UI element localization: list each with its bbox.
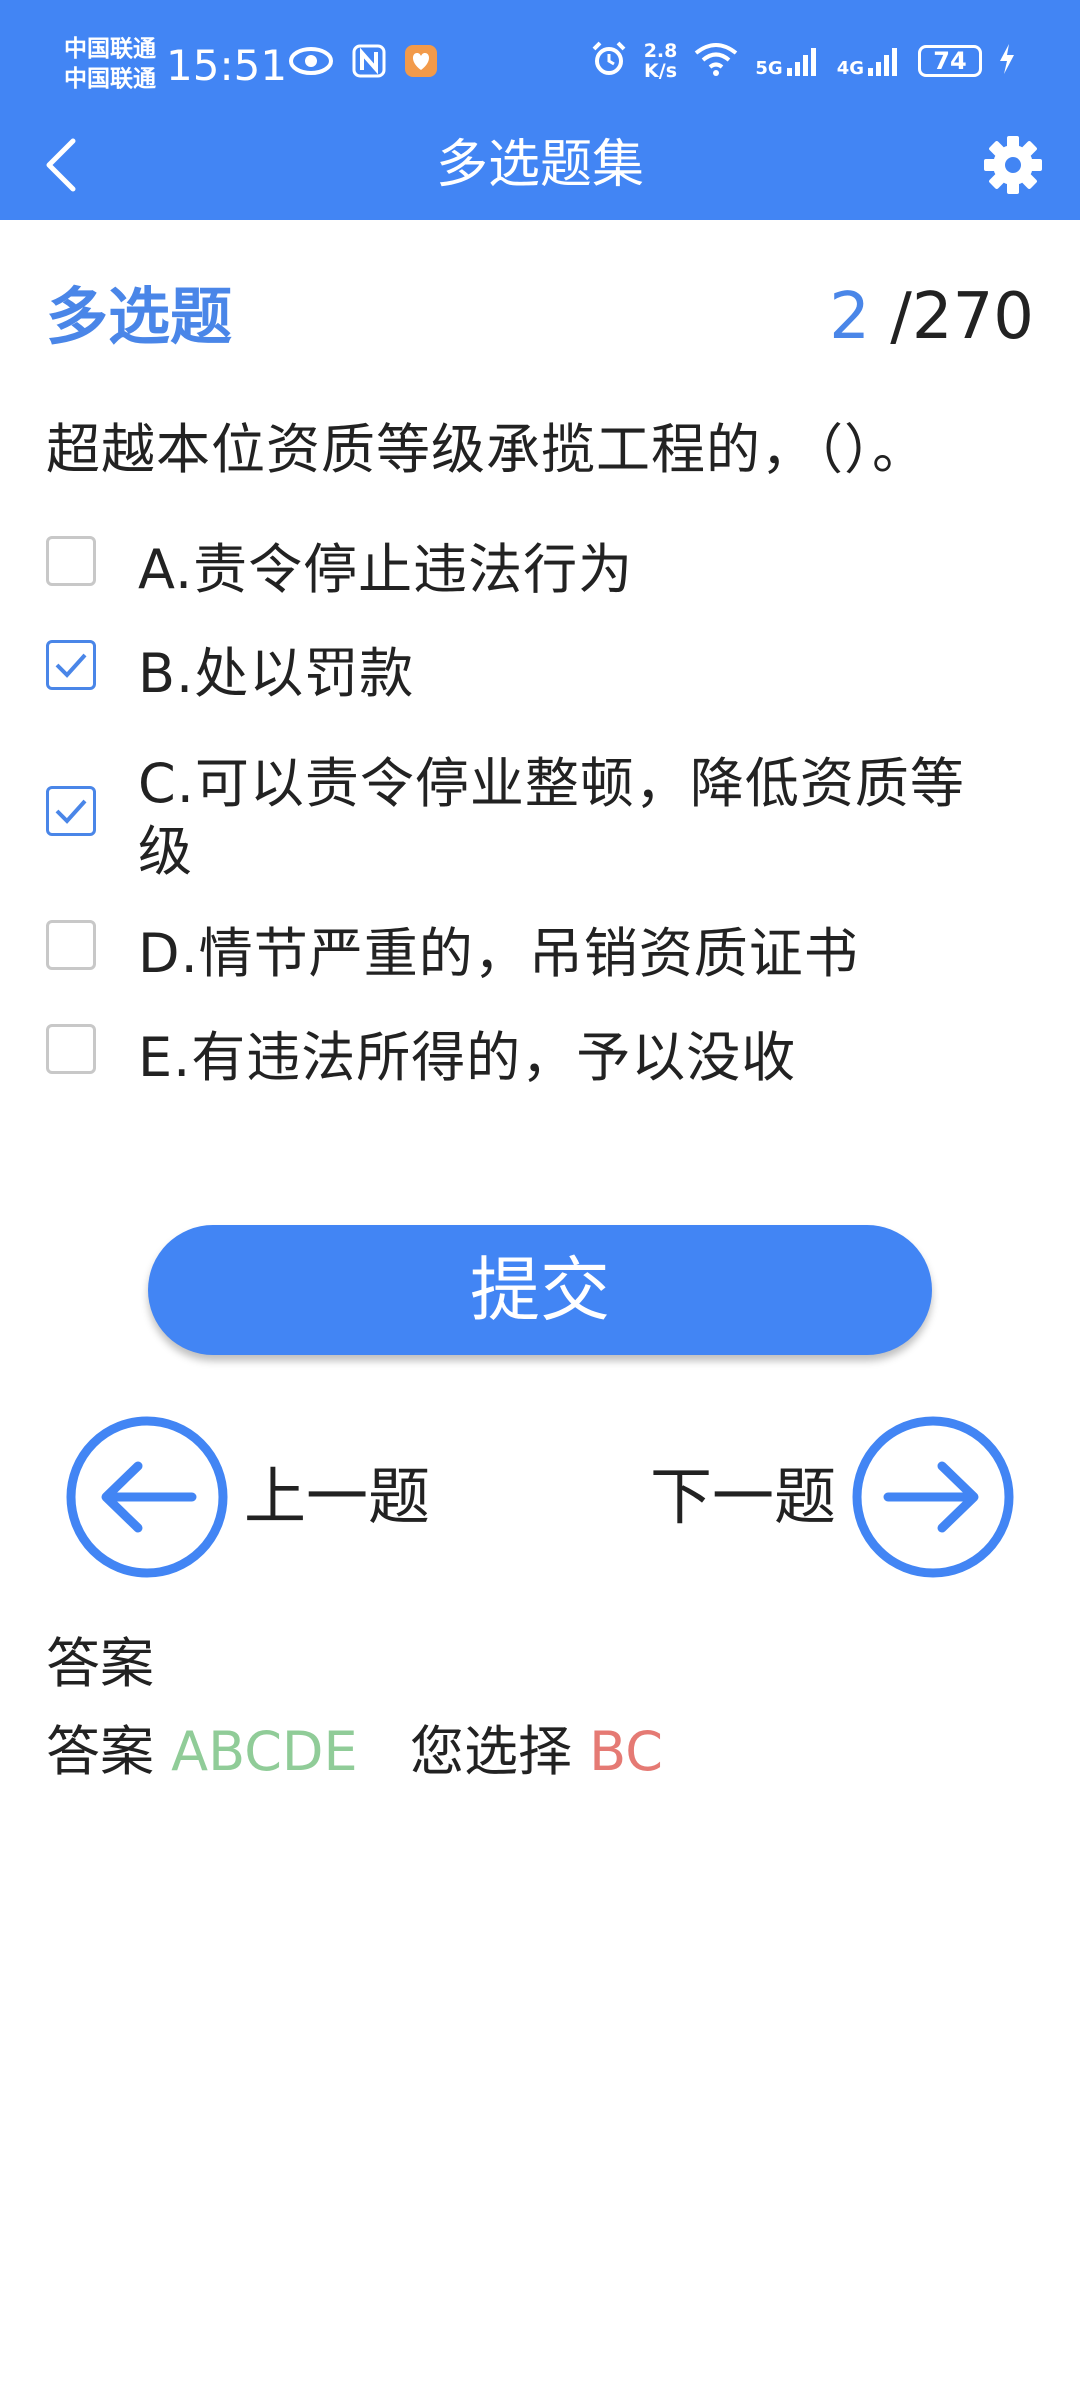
option-e-label: E.有违法所得的，予以没收 [138, 1026, 797, 1089]
option-b-label: B.处以罚款 [138, 642, 415, 705]
status-icons-right: 2.8 K/s 5G 4G 74 [590, 40, 1016, 82]
app-bar: 中国联通 中国联通 15:51 2.8 K/s 5G 4G 74 多选题集 [0, 0, 1080, 220]
next-question-label: 下一题 [649, 1460, 836, 1533]
previous-question-button[interactable]: 上一题 [64, 1412, 430, 1582]
check-icon [55, 799, 87, 824]
chosen-prefix: 您选择 [409, 1720, 572, 1783]
status-icons-left [288, 44, 438, 82]
arrow-right-circle-icon [852, 1416, 1014, 1578]
option-d[interactable]: D.情节严重的，吊销资质证书 [46, 920, 1036, 988]
option-a-label: A.责令停止违法行为 [138, 538, 634, 601]
signal-icon-5g: 5G [755, 44, 820, 78]
correct-answer: ABCDE [171, 1720, 358, 1783]
chosen-answer: BC [589, 1720, 663, 1783]
checkbox-e[interactable] [46, 1024, 96, 1074]
status-bar: 中国联通 中国联通 15:51 2.8 K/s 5G 4G 74 [0, 0, 1080, 130]
question-type: 多选题 [46, 280, 233, 353]
net-speed-unit: K/s [644, 60, 678, 82]
checkbox-c[interactable] [46, 786, 96, 836]
checkbox-d[interactable] [46, 920, 96, 970]
app-notification-icon [404, 44, 438, 82]
eye-icon [288, 46, 334, 80]
submit-button[interactable]: 提交 [148, 1225, 932, 1355]
battery-icon: 74 [918, 45, 982, 77]
current-question-number: 2 [829, 280, 870, 354]
answer-prefix: 答案 [46, 1720, 154, 1783]
signal-icon-4g: 4G [837, 44, 902, 78]
check-icon [55, 653, 87, 678]
checkbox-b[interactable] [46, 640, 96, 690]
signal-2-label: 4G [836, 58, 864, 79]
checkbox-a[interactable] [46, 536, 96, 586]
arrow-left-circle-icon [66, 1416, 228, 1578]
option-e[interactable]: E.有违法所得的，予以没收 [46, 1024, 1036, 1092]
carrier-info: 中国联通 中国联通 [64, 34, 156, 94]
option-b[interactable]: B.处以罚款 [46, 640, 1036, 708]
net-speed-value: 2.8 [643, 40, 678, 62]
signal-1-label: 5G [755, 58, 783, 79]
nfc-icon [352, 44, 386, 82]
total-questions: /270 [890, 280, 1034, 354]
previous-question-label: 上一题 [244, 1460, 431, 1533]
question-text: 超越本位资质等级承揽工程的，（）。 [46, 418, 927, 481]
charging-icon [998, 43, 1016, 79]
settings-button[interactable] [980, 132, 1046, 198]
wifi-icon [693, 41, 739, 81]
answer-section-title: 答案 [46, 1632, 154, 1695]
answer-result: 答案 ABCDE 您选择 BC [46, 1712, 663, 1792]
status-time: 15:51 [166, 41, 288, 90]
carrier-2: 中国联通 [64, 66, 156, 92]
alarm-icon [590, 40, 628, 82]
gear-icon [984, 136, 1042, 194]
option-c[interactable]: C.可以责令停业整顿，降低资质等级 [46, 750, 1036, 886]
option-a[interactable]: A.责令停止违法行为 [46, 536, 1036, 604]
carrier-1: 中国联通 [64, 36, 156, 62]
option-d-label: D.情节严重的，吊销资质证书 [138, 922, 859, 985]
net-speed: 2.8 K/s [644, 41, 678, 81]
page-title: 多选题集 [435, 135, 644, 195]
option-c-label: C.可以责令停业整顿，降低资质等级 [138, 752, 965, 883]
next-question-button[interactable]: 下一题 [650, 1412, 1016, 1582]
question-counter: 2 /270 [829, 272, 1034, 362]
